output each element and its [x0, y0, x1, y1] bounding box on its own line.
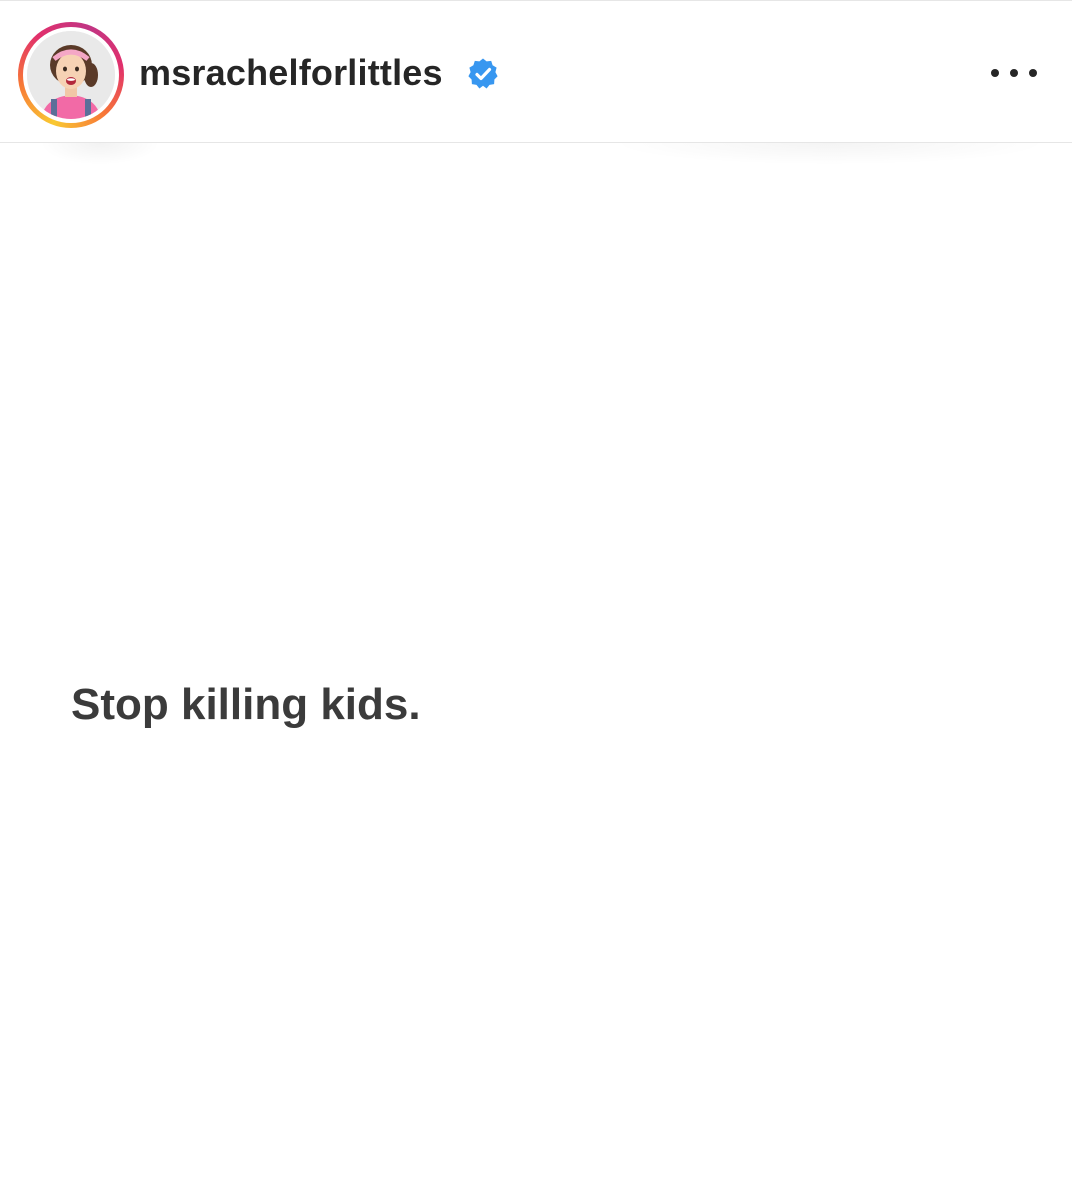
avatar-gap — [23, 27, 119, 123]
post-image[interactable]: Stop killing kids. — [0, 143, 1072, 1200]
more-options-icon[interactable] — [984, 55, 1044, 91]
username[interactable]: msrachelforlittles — [139, 51, 443, 95]
image-shadow — [610, 143, 1050, 165]
avatar[interactable] — [27, 31, 115, 119]
post-text: Stop killing kids. — [71, 680, 421, 729]
image-shadow — [40, 143, 160, 165]
verified-badge-icon — [468, 58, 498, 89]
post-header: msrachelforlittles — [0, 0, 1072, 143]
story-ring[interactable] — [18, 22, 124, 128]
avatar-image — [27, 31, 115, 119]
